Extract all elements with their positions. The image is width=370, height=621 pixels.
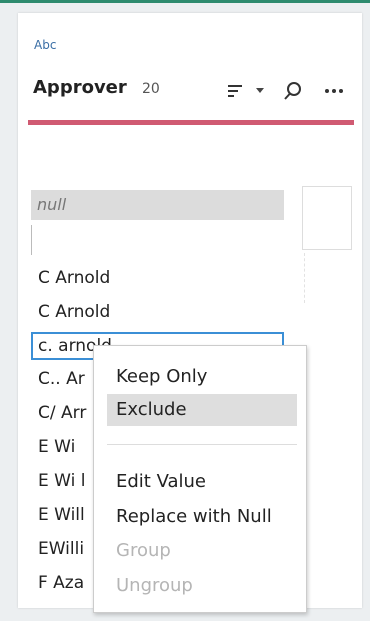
field-name[interactable]: Approver: [33, 77, 127, 98]
value-item[interactable]: C Arnold: [38, 299, 110, 325]
value-bar: [31, 225, 32, 255]
value-item[interactable]: C/ Arr: [38, 400, 86, 426]
value-item[interactable]: E Wi l: [38, 468, 85, 494]
data-type-label[interactable]: Abc: [34, 38, 56, 52]
histogram-thumbnail[interactable]: [302, 186, 352, 250]
null-value-row[interactable]: null: [31, 190, 284, 220]
context-menu: Keep Only Exclude Edit Value Replace wit…: [93, 345, 307, 613]
caret-down-icon[interactable]: [254, 79, 266, 103]
ungroup-menu-item: Ungroup: [116, 575, 193, 596]
value-item[interactable]: C.. Ar: [38, 366, 85, 392]
value-item[interactable]: E Will: [38, 502, 85, 528]
field-color-bar: [28, 120, 354, 125]
value-item[interactable]: E Wi: [38, 434, 75, 460]
top-accent-line: [0, 0, 370, 3]
value-item[interactable]: F Aza: [38, 570, 84, 596]
field-count: 20: [142, 81, 160, 97]
value-item[interactable]: C Arnold: [38, 265, 110, 291]
keep-only-menu-item[interactable]: Keep Only: [107, 361, 297, 393]
menu-separator: [107, 444, 297, 445]
group-menu-item: Group: [116, 540, 171, 561]
search-icon[interactable]: [281, 79, 305, 103]
edit-value-menu-item[interactable]: Edit Value: [107, 466, 297, 498]
exclude-menu-item[interactable]: Exclude: [107, 394, 297, 426]
replace-with-null-menu-item[interactable]: Replace with Null: [107, 501, 297, 533]
value-item[interactable]: EWilli: [38, 536, 84, 562]
more-icon[interactable]: [322, 79, 346, 103]
sort-icon[interactable]: [224, 79, 248, 103]
histogram-guide: [304, 253, 306, 303]
